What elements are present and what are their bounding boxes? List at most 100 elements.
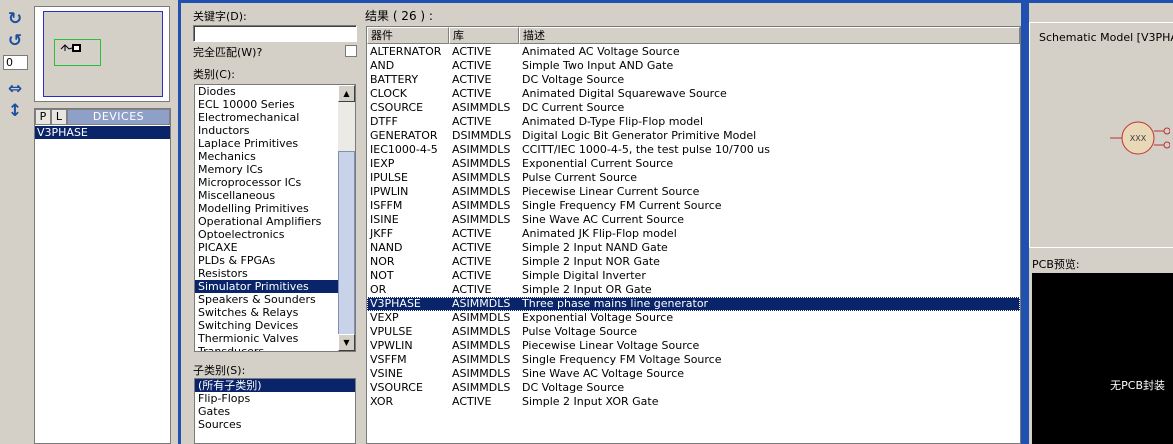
category-item[interactable]: Speakers & Sounders [195,293,339,306]
table-row[interactable]: JKFF ACTIVE Animated JK Flip-Flop model [367,227,1020,241]
table-row[interactable]: VPULSE ASIMMDLS Pulse Voltage Source [367,325,1020,339]
cell-description: Animated Digital Squarewave Source [522,87,727,100]
category-item[interactable]: Transducers [195,345,339,351]
category-listbox[interactable]: Diodes ECL 10000 Series Electromechanical I… [194,84,356,352]
category-item[interactable]: Memory ICs [195,163,339,176]
table-row[interactable]: IEC1000-4-5 ASIMMDLS CCITT/IEC 1000-4-5, t… [367,143,1020,157]
category-item[interactable]: ECL 10000 Series [195,98,339,111]
cell-description: Single Frequency FM Voltage Source [522,353,722,366]
overview-component-icon [60,44,81,52]
keywords-label: 关键字(D): [193,10,247,23]
category-item[interactable]: Inductors [195,124,339,137]
column-header-device[interactable]: 器件 [367,27,449,44]
category-item[interactable]: Diodes [195,85,339,98]
keywords-input[interactable] [193,25,357,42]
table-row[interactable]: BATTERY ACTIVE DC Voltage Source [367,73,1020,87]
results-table[interactable]: 器件 库 描述 ALTERNATOR ACTIVE Animated AC Volt… [366,26,1021,444]
category-item[interactable]: Thermionic Valves [195,332,339,345]
device-item[interactable]: V3PHASE [35,126,170,139]
category-item[interactable]: Switching Devices [195,319,339,332]
category-item[interactable]: Modelling Primitives [195,202,339,215]
category-item[interactable]: Laplace Primitives [195,137,339,150]
cell-library: ASIMMDLS [452,157,511,170]
category-item[interactable]: PLDs & FPGAs [195,254,339,267]
table-row[interactable]: VEXP ASIMMDLS Exponential Voltage Source [367,311,1020,325]
subcategory-item[interactable]: Sources [195,418,355,431]
cell-library: ACTIVE [452,87,492,100]
category-item[interactable]: Microprocessor ICs [195,176,339,189]
category-item[interactable]: Resistors [195,267,339,280]
category-item[interactable]: PICAXE [195,241,339,254]
table-row[interactable]: DTFF ACTIVE Animated D-Type Flip-Flop mode… [367,115,1020,129]
subcategory-item[interactable]: Gates [195,405,355,418]
subcategory-listbox[interactable]: (所有子类别) Flip-Flops Gates Sources [194,378,356,444]
mirror-vertical-icon[interactable]: ↕ [4,100,26,122]
cell-library: ASIMMDLS [452,199,511,212]
exact-match-checkbox[interactable] [345,45,357,57]
cell-device: IPULSE [370,171,408,184]
category-item[interactable]: Electromechanical [195,111,339,124]
table-row[interactable]: VSOURCE ASIMMDLS DC Voltage Source [367,381,1020,395]
pcb-preview-label: PCB预览: [1032,258,1080,271]
table-row[interactable]: CSOURCE ASIMMDLS DC Current Source [367,101,1020,115]
table-row[interactable]: OR ACTIVE Simple 2 Input OR Gate [367,283,1020,297]
overview-window[interactable] [34,6,170,102]
cell-device: NAND [370,241,403,254]
cell-description: Three phase mains line generator [522,297,709,310]
overview-sheet [43,11,163,97]
cell-library: ASIMMDLS [452,339,511,352]
cell-library: ACTIVE [452,59,492,72]
table-row[interactable]: IPWLIN ASIMMDLS Piecewise Linear Current S… [367,185,1020,199]
cell-device: JKFF [370,227,394,240]
cell-description: Simple 2 Input XOR Gate [522,395,659,408]
cell-device: DTFF [370,115,398,128]
category-item[interactable]: Switches & Relays [195,306,339,319]
table-row[interactable]: IEXP ASIMMDLS Exponential Current Source [367,157,1020,171]
table-row[interactable]: GENERATOR DSIMMDLS Digital Logic Bit Gener… [367,129,1020,143]
table-row[interactable]: VSFFM ASIMMDLS Single Frequency FM Voltage… [367,353,1020,367]
subcategory-item[interactable]: (所有子类别) [195,379,355,392]
rotation-angle-field[interactable]: 0 [3,55,28,70]
device-tabs: P L DEVICES [35,109,170,125]
three-phase-generator-symbol: XXX [1110,121,1170,155]
rotate-anticlockwise-icon[interactable]: ↺ [4,30,26,52]
subcategory-item[interactable]: Flip-Flops [195,392,355,405]
table-row[interactable]: ISINE ASIMMDLS Sine Wave AC Current Source [367,213,1020,227]
table-row[interactable]: NAND ACTIVE Simple 2 Input NAND Gate [367,241,1020,255]
table-row[interactable]: VSINE ASIMMDLS Sine Wave AC Voltage Source [367,367,1020,381]
category-item[interactable]: Miscellaneous [195,189,339,202]
cell-description: DC Voltage Source [522,73,625,86]
table-row[interactable]: CLOCK ACTIVE Animated Digital Squarewave S… [367,87,1020,101]
cell-library: ASIMMDLS [452,353,511,366]
table-row[interactable]: NOR ACTIVE Simple 2 Input NOR Gate [367,255,1020,269]
scroll-thumb[interactable] [338,151,355,339]
scroll-up-icon[interactable]: ▲ [338,85,355,102]
table-row[interactable]: ALTERNATOR ACTIVE Animated AC Voltage Sour… [367,45,1020,59]
rotate-clockwise-icon[interactable]: ↻ [4,8,26,30]
mirror-horizontal-icon[interactable]: ⇔ [4,78,26,100]
table-row[interactable]: V3PHASE ASIMMDLS Three phase mains line ge… [367,297,1020,311]
table-row[interactable]: VPWLIN ASIMMDLS Piecewise Linear Voltage S… [367,339,1020,353]
scroll-down-icon[interactable]: ▼ [338,334,355,351]
table-row[interactable]: NOT ACTIVE Simple Digital Inverter [367,269,1020,283]
category-item[interactable]: Mechanics [195,150,339,163]
category-item[interactable]: Simulator Primitives [195,280,339,293]
cell-device: VSINE [370,367,403,380]
category-list: Diodes ECL 10000 Series Electromechanical I… [195,85,339,351]
table-row[interactable]: ISFFM ASIMMDLS Single Frequency FM Current… [367,199,1020,213]
library-manager-button[interactable]: L [51,109,67,125]
column-header-description[interactable]: 描述 [519,27,1020,44]
table-row[interactable]: AND ACTIVE Simple Two Input AND Gate [367,59,1020,73]
cell-device: BATTERY [370,73,419,86]
overview-viewport-frame[interactable] [54,39,101,66]
category-item[interactable]: Optoelectronics [195,228,339,241]
column-header-library[interactable]: 库 [449,27,519,44]
cell-device: XOR [370,395,394,408]
category-item[interactable]: Operational Amplifiers [195,215,339,228]
category-scrollbar[interactable]: ▲ ▼ [338,85,355,351]
pick-devices-button[interactable]: P [35,109,51,125]
device-list[interactable]: V3PHASE [35,126,170,139]
cell-description: Sine Wave AC Voltage Source [522,367,685,380]
table-row[interactable]: XOR ACTIVE Simple 2 Input XOR Gate [367,395,1020,409]
table-row[interactable]: IPULSE ASIMMDLS Pulse Current Source [367,171,1020,185]
